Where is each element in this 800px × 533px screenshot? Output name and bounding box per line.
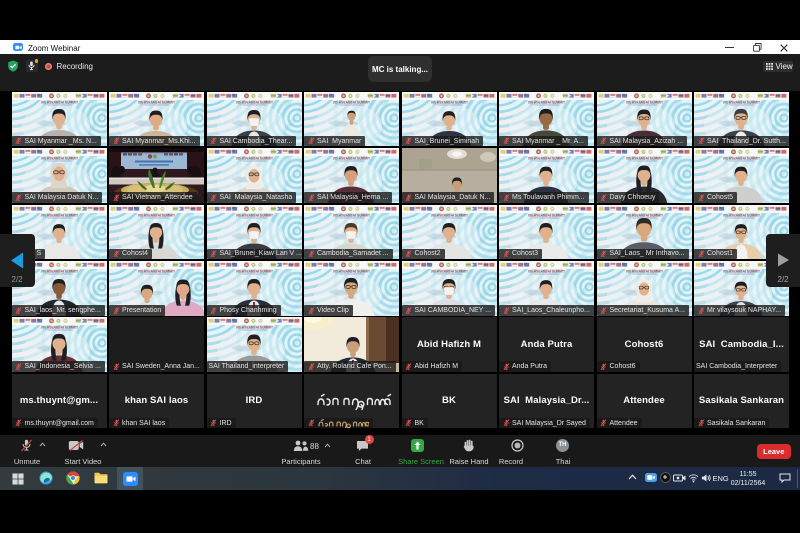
svg-text:9th ASEANSAI SUMMIT: 9th ASEANSAI SUMMIT (138, 269, 175, 273)
svg-text:9th ASEANSAI SUMMIT: 9th ASEANSAI SUMMIT (528, 213, 565, 217)
svg-text:9th ASEANSAI SUMMIT: 9th ASEANSAI SUMMIT (723, 269, 760, 273)
svg-text:9th ASEANSAI SUMMIT: 9th ASEANSAI SUMMIT (528, 100, 565, 104)
svg-text:9th ASEANSAI SUMMIT: 9th ASEANSAI SUMMIT (333, 269, 370, 273)
svg-text:9th ASEANSAI SUMMIT: 9th ASEANSAI SUMMIT (528, 157, 565, 161)
svg-text:9th ASEANSAI SUMMIT: 9th ASEANSAI SUMMIT (41, 100, 78, 104)
svg-text:9th ASEANSAI SUMMIT: 9th ASEANSAI SUMMIT (626, 213, 663, 217)
svg-text:9th ASEANSAI SUMMIT: 9th ASEANSAI SUMMIT (431, 213, 468, 217)
svg-text:9th ASEANSAI SUMMIT: 9th ASEANSAI SUMMIT (723, 100, 760, 104)
svg-text:9th ASEANSAI SUMMIT: 9th ASEANSAI SUMMIT (236, 269, 273, 273)
svg-text:9th ASEANSAI SUMMIT: 9th ASEANSAI SUMMIT (723, 157, 760, 161)
svg-text:9th ASEANSAI SUMMIT: 9th ASEANSAI SUMMIT (236, 100, 273, 104)
svg-text:9th ASEANSAI SUMMIT: 9th ASEANSAI SUMMIT (236, 157, 273, 161)
svg-text:9th ASEANSAI SUMMIT: 9th ASEANSAI SUMMIT (236, 213, 273, 217)
svg-text:9th ASEANSAI SUMMIT: 9th ASEANSAI SUMMIT (41, 269, 78, 273)
svg-text:9th ASEANSAI SUMMIT: 9th ASEANSAI SUMMIT (626, 100, 663, 104)
svg-text:9th ASEANSAI SUMMIT: 9th ASEANSAI SUMMIT (431, 100, 468, 104)
svg-text:9th ASEANSAI SUMMIT: 9th ASEANSAI SUMMIT (138, 213, 175, 217)
svg-text:9th ASEANSAI SUMMIT: 9th ASEANSAI SUMMIT (333, 100, 370, 104)
svg-text:9th ASEANSAI SUMMIT: 9th ASEANSAI SUMMIT (431, 269, 468, 273)
svg-text:9th ASEANSAI SUMMIT: 9th ASEANSAI SUMMIT (723, 213, 760, 217)
svg-text:9th ASEANSAI SUMMIT: 9th ASEANSAI SUMMIT (626, 157, 663, 161)
svg-text:9th ASEANSAI SUMMIT: 9th ASEANSAI SUMMIT (236, 326, 273, 330)
svg-text:9th ASEANSAI SUMMIT: 9th ASEANSAI SUMMIT (41, 213, 78, 217)
svg-text:9th ASEANSAI SUMMIT: 9th ASEANSAI SUMMIT (528, 269, 565, 273)
svg-text:9th ASEANSAI SUMMIT: 9th ASEANSAI SUMMIT (41, 157, 78, 161)
svg-text:9th ASEANSAI SUMMIT: 9th ASEANSAI SUMMIT (138, 100, 175, 104)
svg-text:9th ASEANSAI SUMMIT: 9th ASEANSAI SUMMIT (333, 213, 370, 217)
svg-text:9th ASEANSAI SUMMIT: 9th ASEANSAI SUMMIT (333, 157, 370, 161)
svg-text:9th ASEANSAI SUMMIT: 9th ASEANSAI SUMMIT (626, 269, 663, 273)
svg-text:9th ASEANSAI SUMMIT: 9th ASEANSAI SUMMIT (41, 326, 78, 330)
